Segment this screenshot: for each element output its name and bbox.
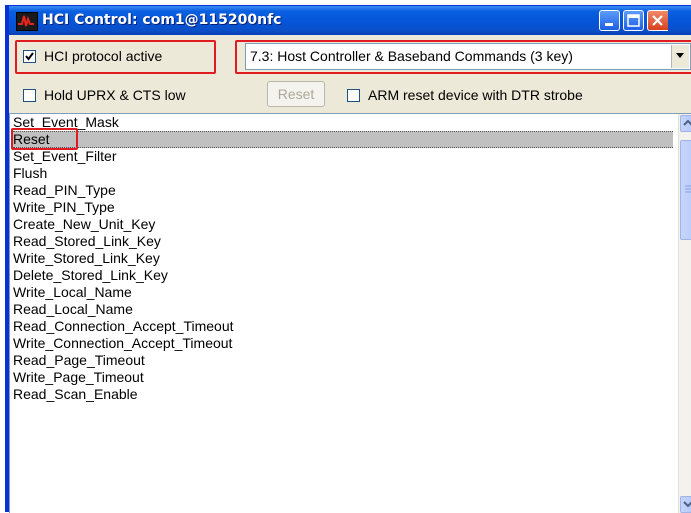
scroll-thumb[interactable] bbox=[680, 140, 691, 240]
list-item[interactable]: Read_PIN_Type bbox=[13, 182, 673, 199]
chevron-up-icon bbox=[683, 119, 691, 126]
hci-control-window: HCI Control: com1@115200nfc HCI protocol… bbox=[5, 5, 691, 513]
list-item[interactable]: Write_PIN_Type bbox=[13, 199, 673, 216]
list-item[interactable]: Write_Page_Timeout bbox=[13, 369, 673, 386]
protocol-active-checkbox[interactable]: HCI protocol active bbox=[23, 48, 162, 64]
options-row: Hold UPRX & CTS low Reset ARM reset devi… bbox=[9, 76, 691, 112]
command-group-select[interactable]: 7.3: Host Controller & Baseband Commands… bbox=[245, 43, 691, 70]
list-item-selected[interactable]: Reset bbox=[13, 131, 673, 148]
maximize-icon bbox=[627, 14, 640, 27]
list-item[interactable]: Write_Connection_Accept_Timeout bbox=[13, 335, 673, 352]
window-title: HCI Control: com1@115200nfc bbox=[42, 12, 282, 28]
command-group-value: 7.3: Host Controller & Baseband Commands… bbox=[250, 48, 573, 64]
scroll-down-button[interactable] bbox=[680, 496, 691, 513]
arm-reset-label: ARM reset device with DTR strobe bbox=[368, 87, 583, 103]
chevron-down-icon bbox=[683, 501, 691, 508]
reset-button[interactable]: Reset bbox=[267, 81, 325, 107]
maximize-button[interactable] bbox=[623, 10, 644, 31]
list-item[interactable]: Delete_Stored_Link_Key bbox=[13, 267, 673, 284]
checkbox-box[interactable] bbox=[347, 88, 360, 102]
vertical-scrollbar[interactable] bbox=[678, 114, 691, 513]
checkbox-box[interactable] bbox=[23, 88, 36, 102]
protocol-row: HCI protocol active 7.3: Host Controller… bbox=[9, 36, 691, 76]
list-item[interactable]: Flush bbox=[13, 165, 673, 182]
minimize-button[interactable] bbox=[599, 10, 620, 31]
list-item[interactable]: Read_Scan_Enable bbox=[13, 386, 673, 403]
checkmark-icon bbox=[25, 51, 34, 61]
list-item[interactable]: Read_Page_Timeout bbox=[13, 352, 673, 369]
list-item[interactable]: Read_Stored_Link_Key bbox=[13, 233, 673, 250]
list-item[interactable]: Create_New_Unit_Key bbox=[13, 216, 673, 233]
dropdown-button[interactable] bbox=[671, 45, 689, 68]
list-item[interactable]: Write_Stored_Link_Key bbox=[13, 250, 673, 267]
close-button[interactable] bbox=[647, 10, 668, 31]
app-logo-icon[interactable] bbox=[16, 12, 38, 31]
hold-uprx-label: Hold UPRX & CTS low bbox=[44, 87, 186, 103]
scroll-up-button[interactable] bbox=[680, 115, 691, 132]
arm-reset-checkbox[interactable]: ARM reset device with DTR strobe bbox=[347, 87, 583, 103]
checkbox-box[interactable] bbox=[23, 49, 36, 63]
list-item[interactable]: Read_Connection_Accept_Timeout bbox=[13, 318, 673, 335]
title-bar[interactable]: HCI Control: com1@115200nfc bbox=[9, 6, 691, 35]
list-item[interactable]: Set_Event_Filter bbox=[13, 148, 673, 165]
close-icon bbox=[652, 15, 663, 26]
list-item[interactable]: Set_Event_Mask bbox=[13, 114, 673, 131]
protocol-active-label: HCI protocol active bbox=[44, 48, 163, 64]
grip-icon bbox=[685, 185, 691, 193]
list-item[interactable]: Read_Local_Name bbox=[13, 301, 673, 318]
minimize-icon bbox=[605, 23, 613, 26]
hold-uprx-checkbox[interactable]: Hold UPRX & CTS low bbox=[23, 87, 186, 103]
highlight-reset-item bbox=[11, 128, 78, 150]
chevron-down-icon bbox=[676, 53, 684, 58]
list-item[interactable]: Write_Local_Name bbox=[13, 284, 673, 301]
command-list[interactable]: Set_Event_Mask Reset Set_Event_Filter Fl… bbox=[9, 113, 691, 513]
